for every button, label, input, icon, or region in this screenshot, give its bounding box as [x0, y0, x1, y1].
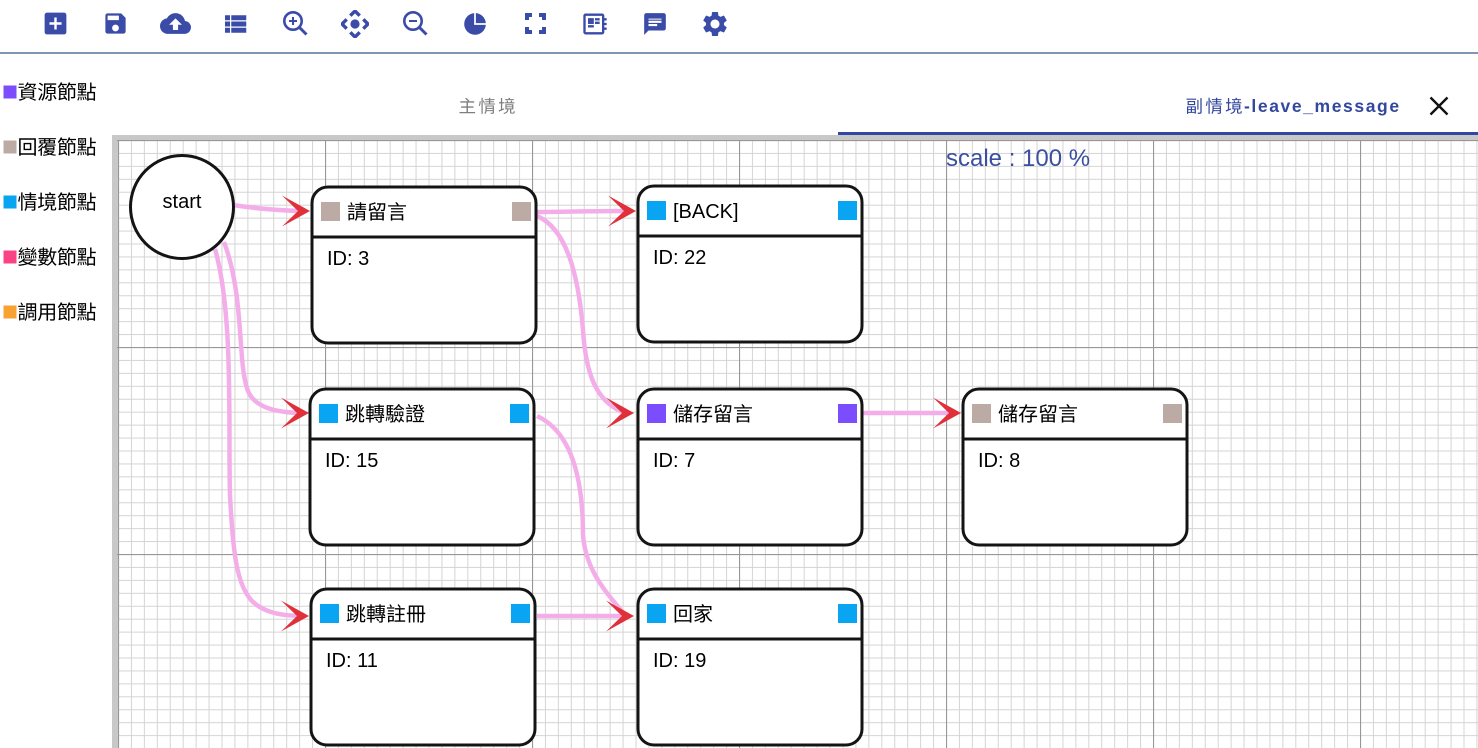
svg-text:ID: 8: ID: 8: [978, 450, 1020, 472]
svg-text:ID: 11: ID: 11: [326, 650, 378, 672]
svg-text:ID: 15: ID: 15: [325, 450, 378, 472]
svg-text:ID: 7: ID: 7: [653, 450, 695, 472]
svg-text:[BACK]: [BACK]: [673, 201, 739, 223]
svg-text:start: start: [163, 191, 202, 213]
svg-text:ID: 22: ID: 22: [653, 247, 706, 269]
svg-text:-leave_message: -leave_message: [1244, 96, 1401, 116]
svg-text:ID: 3: ID: 3: [327, 248, 369, 270]
svg-text:scale : 100 %: scale : 100 %: [946, 145, 1090, 172]
svg-text:ID: 19: ID: 19: [653, 650, 706, 672]
